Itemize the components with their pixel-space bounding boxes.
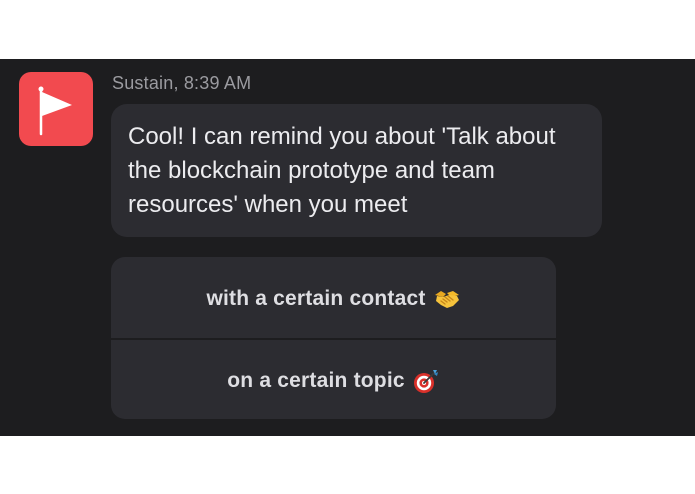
option-certain-contact[interactable]: with a certain contact xyxy=(111,259,556,339)
option-label: on a certain topic xyxy=(227,369,405,392)
quick-reply-options: with a certain contact on a certain topi… xyxy=(111,257,556,419)
option-certain-topic[interactable]: on a certain topic xyxy=(111,341,556,419)
flag-icon xyxy=(38,86,72,136)
bot-avatar[interactable] xyxy=(19,72,93,146)
message-text: Cool! I can remind you about 'Talk about… xyxy=(128,123,556,218)
direct-hit-target-icon xyxy=(412,367,440,395)
option-label: with a certain contact xyxy=(206,287,426,310)
message-meta: Sustain, 8:39 AM xyxy=(112,73,252,93)
handshake-icon xyxy=(433,285,461,313)
option-divider xyxy=(111,338,556,340)
message-bubble: Cool! I can remind you about 'Talk about… xyxy=(111,104,602,237)
